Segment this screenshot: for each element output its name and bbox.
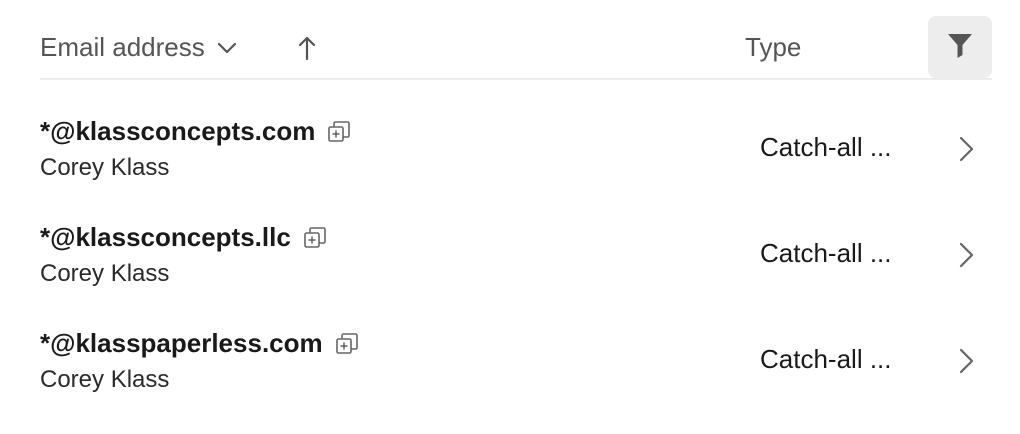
- filter-icon: [946, 31, 974, 64]
- type-value: Catch-all ...: [760, 344, 892, 374]
- email-column-header[interactable]: Email address: [40, 32, 237, 63]
- email-line: *@klasspaperless.com: [40, 328, 359, 359]
- copy-icon[interactable]: [335, 332, 359, 356]
- type-value: Catch-all ...: [760, 132, 892, 162]
- owner-name: Corey Klass: [40, 260, 170, 287]
- email-address: *@klassconcepts.llc: [40, 222, 291, 252]
- copy-icon[interactable]: [327, 120, 351, 144]
- table-header: Email address Type: [40, 14, 992, 80]
- email-list: *@klassconcepts.com Corey Klass Catch-al…: [0, 94, 1020, 412]
- email-address: *@klassconcepts.com: [40, 116, 316, 146]
- type-column-label: Type: [745, 32, 802, 62]
- arrow-up-icon[interactable]: [295, 34, 319, 62]
- chevron-right-icon[interactable]: [956, 240, 976, 270]
- email-column-label: Email address: [40, 32, 205, 62]
- owner-name: Corey Klass: [40, 366, 170, 393]
- copy-icon[interactable]: [303, 226, 327, 250]
- owner-name: Corey Klass: [40, 154, 170, 181]
- list-item[interactable]: *@klassconcepts.com Corey Klass Catch-al…: [0, 94, 1020, 200]
- filter-button[interactable]: [928, 16, 992, 78]
- list-item[interactable]: *@klassconcepts.llc Corey Klass Catch-al…: [0, 200, 1020, 306]
- chevron-right-icon[interactable]: [956, 134, 976, 164]
- email-line: *@klassconcepts.llc: [40, 222, 327, 253]
- email-line: *@klassconcepts.com: [40, 116, 351, 147]
- list-item[interactable]: *@klasspaperless.com Corey Klass Catch-a…: [0, 306, 1020, 412]
- chevron-down-icon[interactable]: [217, 41, 237, 55]
- email-address: *@klasspaperless.com: [40, 328, 323, 358]
- chevron-right-icon[interactable]: [956, 346, 976, 376]
- type-value: Catch-all ...: [760, 238, 892, 268]
